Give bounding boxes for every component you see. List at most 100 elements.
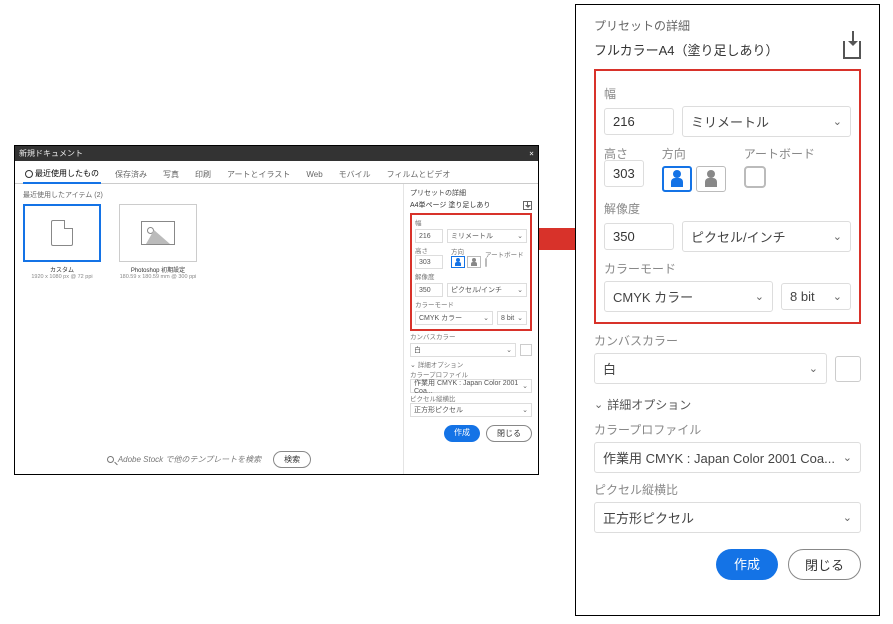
stock-search-input[interactable]: Adobe Stock で他のテンプレートを検索 — [107, 454, 261, 465]
chevron-down-icon: ⌄ — [833, 115, 842, 128]
profile-select[interactable]: 作業用 CMYK : Japan Color 2001 Coa...⌄ — [594, 442, 861, 473]
chevron-down-icon: ⌄ — [410, 362, 416, 369]
orientation-landscape[interactable] — [467, 256, 481, 268]
colormode-select[interactable]: CMYK カラー⌄ — [415, 311, 493, 325]
download-icon[interactable] — [523, 201, 532, 210]
download-icon[interactable] — [843, 41, 861, 59]
label-canvascolor: カンバスカラー — [410, 331, 532, 341]
height-input[interactable]: 303 — [604, 160, 644, 187]
label-aspect: ピクセル縦横比 — [594, 481, 861, 498]
close-icon[interactable]: × — [529, 149, 534, 158]
colormode-select[interactable]: CMYK カラー⌄ — [604, 281, 773, 312]
label-width: 幅 — [604, 85, 851, 102]
bitdepth-select[interactable]: 8 bit⌄ — [781, 283, 851, 310]
preset-name-text: フルカラーA4（塗り足しあり） — [594, 40, 779, 59]
person-icon — [705, 170, 717, 188]
aspect-select[interactable]: 正方形ピクセル⌄ — [410, 403, 532, 417]
card-preset-thumb — [119, 204, 197, 262]
document-icon — [51, 220, 73, 246]
card-preset-title: Photoshop 初期設定 — [119, 265, 197, 274]
new-document-dialog: 新規ドキュメント × 最近使用したもの 保存済み 写真 印刷 アートとイラスト … — [14, 145, 539, 475]
chevron-down-icon: ⌄ — [833, 290, 842, 303]
chevron-down-icon: ⌄ — [517, 314, 523, 322]
canvascolor-swatch[interactable] — [520, 344, 532, 356]
preset-name-row: A4単ページ 塗り足しあり — [410, 200, 532, 210]
artboard-checkbox[interactable] — [744, 166, 766, 188]
dialog-title: 新規ドキュメント — [19, 148, 83, 159]
card-custom[interactable]: カスタム 1920 x 1080 px @ 72 ppi — [23, 204, 101, 281]
tab-web[interactable]: Web — [304, 167, 324, 182]
canvascolor-swatch[interactable] — [835, 356, 861, 382]
person-icon — [471, 258, 477, 266]
dialog-content: 最近使用したアイテム (2) カスタム 1920 x 1080 px @ 72 … — [15, 184, 538, 474]
person-icon — [671, 170, 683, 188]
label-artboard: アートボード — [744, 145, 815, 162]
label-orientation: 方向 — [451, 246, 481, 256]
templates-pane: 最近使用したアイテム (2) カスタム 1920 x 1080 px @ 72 … — [15, 184, 403, 474]
orientation-portrait[interactable] — [451, 256, 465, 268]
label-colormode: カラーモード — [604, 260, 851, 277]
preset-details-enlarged: プリセットの詳細 フルカラーA4（塗り足しあり） 幅 216 ミリメートル⌄ 高… — [575, 4, 880, 616]
close-button[interactable]: 閉じる — [788, 549, 861, 580]
tab-recent[interactable]: 最近使用したもの — [23, 165, 101, 184]
create-button[interactable]: 作成 — [716, 549, 778, 580]
profile-select[interactable]: 作業用 CMYK : Japan Color 2001 Coa...⌄ — [410, 379, 532, 393]
canvascolor-select[interactable]: 白⌄ — [410, 343, 516, 357]
orientation-landscape[interactable] — [696, 166, 726, 192]
resolution-input[interactable]: 350 — [604, 223, 674, 250]
chevron-down-icon: ⌄ — [755, 290, 764, 303]
resolution-input[interactable]: 350 — [415, 283, 443, 297]
unit-select[interactable]: ミリメートル⌄ — [447, 229, 527, 243]
advanced-toggle[interactable]: ⌄詳細オプション — [594, 396, 861, 413]
chevron-down-icon: ⌄ — [809, 362, 818, 375]
chevron-down-icon: ⌄ — [522, 406, 528, 414]
chevron-down-icon: ⌄ — [517, 232, 523, 240]
bitdepth-select[interactable]: 8 bit⌄ — [497, 311, 527, 325]
label-height: 高さ — [415, 245, 447, 255]
search-icon — [107, 456, 114, 463]
card-custom-thumb — [23, 204, 101, 262]
close-button[interactable]: 閉じる — [486, 425, 532, 442]
chevron-down-icon: ⌄ — [843, 511, 852, 524]
tab-art[interactable]: アートとイラスト — [225, 166, 292, 183]
chevron-down-icon: ⌄ — [517, 286, 523, 294]
preset-details-heading: プリセットの詳細 — [594, 17, 861, 34]
canvascolor-select[interactable]: 白⌄ — [594, 353, 827, 384]
tab-print[interactable]: 印刷 — [193, 166, 213, 183]
dialog-titlebar: 新規ドキュメント × — [15, 146, 538, 161]
label-resolution: 解像度 — [604, 200, 851, 217]
image-icon — [141, 221, 175, 245]
resolution-unit-select[interactable]: ピクセル/インチ⌄ — [682, 221, 851, 252]
card-preset[interactable]: Photoshop 初期設定 180.59 x 180.59 mm @ 300 … — [119, 204, 197, 281]
label-orientation: 方向 — [662, 145, 726, 162]
highlighted-settings: 幅 216 ミリメートル⌄ 高さ 303 方向 — [410, 213, 532, 331]
chevron-down-icon: ⌄ — [506, 346, 512, 354]
tab-photo[interactable]: 写真 — [161, 166, 181, 183]
preset-details-heading: プリセットの詳細 — [410, 188, 466, 198]
create-button[interactable]: 作成 — [444, 425, 480, 442]
chevron-down-icon: ⌄ — [843, 451, 852, 464]
highlighted-settings: 幅 216 ミリメートル⌄ 高さ 303 方向 アートボード 解像度 — [594, 69, 861, 324]
orientation-portrait[interactable] — [662, 166, 692, 192]
unit-select[interactable]: ミリメートル⌄ — [682, 106, 851, 137]
resolution-unit-select[interactable]: ピクセル/インチ⌄ — [447, 283, 527, 297]
advanced-toggle[interactable]: ⌄ 詳細オプション — [410, 359, 532, 369]
width-input[interactable]: 216 — [415, 229, 443, 243]
person-icon — [455, 258, 461, 266]
label-artboard: アートボード — [485, 249, 524, 259]
tab-film[interactable]: フィルムとビデオ — [385, 166, 453, 183]
width-input[interactable]: 216 — [604, 108, 674, 135]
tab-saved[interactable]: 保存済み — [113, 166, 149, 183]
card-custom-sub: 1920 x 1080 px @ 72 ppi — [23, 274, 101, 281]
template-cards: カスタム 1920 x 1080 px @ 72 ppi Photoshop 初… — [23, 204, 395, 281]
tab-mobile[interactable]: モバイル — [337, 166, 373, 183]
stock-search-button[interactable]: 検索 — [273, 451, 311, 468]
label-profile: カラープロファイル — [594, 421, 861, 438]
height-input[interactable]: 303 — [415, 255, 443, 269]
artboard-checkbox[interactable] — [485, 258, 487, 267]
chevron-down-icon: ⌄ — [594, 398, 603, 411]
label-colormode: カラーモード — [415, 299, 527, 309]
aspect-select[interactable]: 正方形ピクセル⌄ — [594, 502, 861, 533]
category-tabs: 最近使用したもの 保存済み 写真 印刷 アートとイラスト Web モバイル フィ… — [15, 161, 538, 184]
dialog-footer-buttons: 作成 閉じる — [594, 549, 861, 580]
